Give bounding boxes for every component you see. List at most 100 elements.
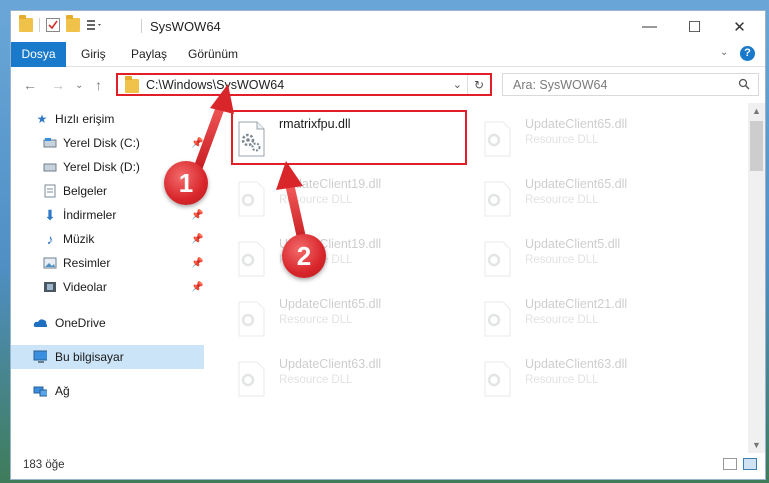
search-box[interactable]: Ara: SysWOW64	[502, 73, 759, 96]
callout-badge-2: 2	[282, 234, 326, 278]
close-button[interactable]: ✕	[717, 11, 762, 42]
file-item[interactable]: UpdateClient65.dll Resource DLL	[459, 113, 679, 163]
file-name: UpdateClient19.dll	[279, 177, 382, 191]
sidebar-item-label: Müzik	[63, 232, 95, 246]
sidebar-item-label: Yerel Disk (D:)	[63, 160, 140, 174]
sidebar-item-label: Yerel Disk (C:)	[63, 136, 140, 150]
network-icon	[33, 384, 47, 398]
file-item[interactable]: UpdateClient63.dll Resource DLL	[213, 353, 433, 403]
sidebar-item-quick-access[interactable]: ★ Hızlı erişim	[11, 107, 204, 131]
refresh-icon[interactable]: ↻	[467, 75, 490, 94]
file-item[interactable]: UpdateClient65.dll Resource DLL	[213, 293, 433, 343]
title-bar: SysWOW64 — ☐ ✕	[11, 11, 765, 42]
file-item[interactable]: UpdateClient21.dll Resource DLL	[459, 293, 679, 343]
file-name: UpdateClient5.dll	[525, 237, 621, 251]
dll-file-icon	[484, 361, 511, 397]
file-type: Resource DLL	[279, 194, 353, 206]
file-name: UpdateClient21.dll	[525, 297, 628, 311]
sidebar-item-local-disk-c[interactable]: Yerel Disk (C:) 📌	[11, 131, 204, 155]
sidebar-item-downloads[interactable]: ⬇ İndirmeler 📌	[11, 203, 204, 227]
sidebar-item-label: Bu bilgisayar	[55, 350, 124, 364]
tab-share[interactable]: Paylaş	[121, 42, 177, 66]
sidebar-item-music[interactable]: ♪ Müzik 📌	[11, 227, 204, 251]
scroll-down-icon[interactable]: ▼	[748, 440, 765, 450]
callout-badge-1: 1	[164, 161, 208, 205]
new-folder-icon[interactable]	[66, 15, 80, 32]
sidebar-item-label: Resimler	[63, 256, 111, 270]
file-name: UpdateClient63.dll	[279, 357, 382, 371]
sidebar-item-label: Belgeler	[63, 184, 108, 198]
tab-view[interactable]: Görünüm	[178, 42, 248, 66]
tab-home[interactable]: Giriş	[71, 42, 116, 66]
file-item[interactable]: UpdateClient63.dll Resource DLL	[459, 353, 679, 403]
pin-icon[interactable]: 📌	[191, 258, 203, 269]
navigation-pane: ★ Hızlı erişim Yerel Disk (C:) 📌 Yerel D…	[11, 107, 204, 453]
file-type: Resource DLL	[525, 194, 599, 206]
maximize-button[interactable]: ☐	[672, 11, 717, 42]
large-icons-view-icon[interactable]	[743, 458, 757, 470]
address-bar[interactable]: C:\Windows\SysWOW64 ⌄ ↻	[116, 73, 492, 96]
dll-file-icon	[484, 181, 511, 217]
pin-icon[interactable]: 📌	[191, 282, 203, 293]
up-arrow-icon[interactable]: ↑	[95, 77, 102, 93]
chevron-down-icon[interactable]: ⌄	[453, 78, 462, 91]
vertical-scrollbar[interactable]: ▲ ▼	[748, 103, 765, 453]
file-type: Resource DLL	[279, 314, 353, 326]
ribbon-tabs: Dosya Giriş Paylaş Görünüm ⌄ ?	[11, 42, 765, 92]
sidebar-item-onedrive[interactable]: OneDrive	[11, 311, 204, 335]
file-highlight-box	[231, 110, 467, 165]
status-bar: 183 öğe	[11, 453, 765, 479]
back-arrow-icon[interactable]: ←	[23, 77, 37, 93]
dll-file-icon	[238, 361, 265, 397]
pin-icon[interactable]: 📌	[191, 138, 203, 149]
computer-icon	[33, 350, 47, 364]
drive-icon	[43, 136, 57, 150]
sidebar-item-label: İndirmeler	[63, 208, 117, 222]
search-placeholder: Ara: SysWOW64	[513, 78, 608, 92]
star-icon: ★	[36, 112, 48, 126]
file-type: Resource DLL	[279, 374, 353, 386]
dll-file-icon	[484, 301, 511, 337]
drive-icon	[43, 160, 57, 174]
dll-file-icon	[484, 121, 511, 157]
recent-locations-icon[interactable]: ⌄	[75, 80, 83, 91]
pin-icon[interactable]: 📌	[191, 234, 203, 245]
dll-file-icon	[238, 181, 265, 217]
pin-icon[interactable]: 📌	[191, 210, 203, 221]
folder-icon	[125, 76, 139, 93]
sidebar-item-network[interactable]: Ağ	[11, 379, 204, 403]
file-item[interactable]: UpdateClient65.dll Resource DLL	[459, 173, 679, 223]
sidebar-item-label: Videolar	[63, 280, 107, 294]
sidebar-item-pictures[interactable]: Resimler 📌	[11, 251, 204, 275]
pictures-icon	[43, 256, 57, 270]
file-name: UpdateClient65.dll	[279, 297, 382, 311]
dll-file-icon	[484, 241, 511, 277]
sidebar-item-videos[interactable]: Videolar 📌	[11, 275, 204, 299]
file-item[interactable]: UpdateClient5.dll Resource DLL	[459, 233, 679, 283]
file-name: UpdateClient65.dll	[525, 177, 628, 191]
minimize-button[interactable]: —	[627, 11, 672, 42]
folder-icon	[19, 15, 33, 32]
sidebar-item-label: Hızlı erişim	[55, 112, 115, 126]
help-button[interactable]: ?	[740, 46, 755, 61]
file-item[interactable]: UpdateClient19.dll Resource DLL	[213, 173, 433, 223]
scrollbar-thumb[interactable]	[750, 121, 763, 171]
document-icon	[43, 184, 57, 198]
cloud-icon	[33, 316, 47, 330]
music-icon: ♪	[46, 231, 54, 247]
sidebar-item-label: Ağ	[55, 384, 70, 398]
file-name: UpdateClient65.dll	[525, 117, 628, 131]
properties-icon[interactable]	[46, 18, 60, 32]
customize-toolbar-icon[interactable]	[86, 18, 104, 32]
download-icon: ⬇	[44, 206, 56, 223]
scroll-up-icon[interactable]: ▲	[748, 106, 765, 116]
details-view-icon[interactable]	[723, 458, 737, 470]
file-type: Resource DLL	[525, 254, 599, 266]
expand-ribbon-icon[interactable]: ⌄	[720, 47, 728, 58]
address-path: C:\Windows\SysWOW64	[146, 78, 285, 92]
sidebar-item-this-pc[interactable]: Bu bilgisayar	[11, 345, 204, 369]
forward-arrow-icon[interactable]: →	[51, 77, 65, 93]
item-count: 183 öğe	[23, 459, 65, 471]
video-icon	[43, 280, 57, 294]
search-icon[interactable]	[738, 78, 750, 93]
